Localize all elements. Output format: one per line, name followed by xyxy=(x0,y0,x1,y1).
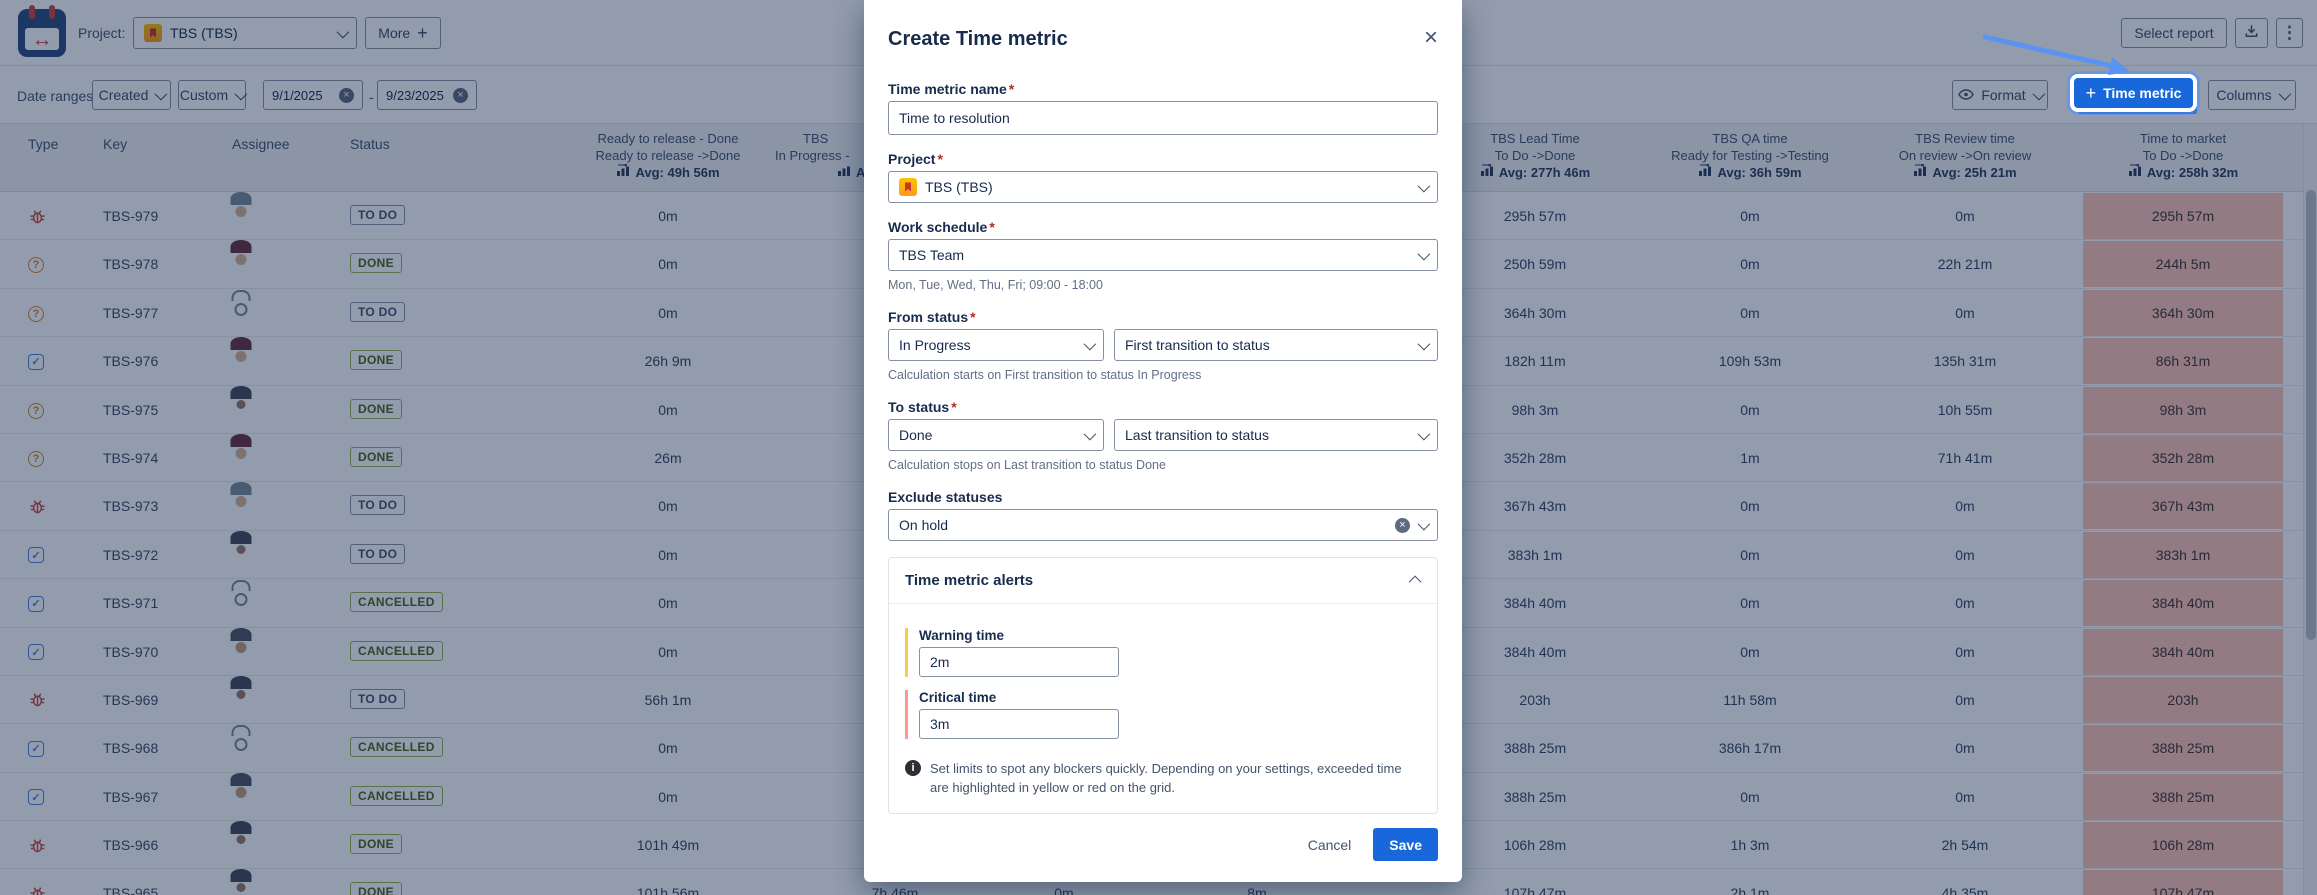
plus-icon: + xyxy=(2086,84,2097,102)
required-marker: * xyxy=(970,309,975,325)
save-button[interactable]: Save xyxy=(1373,828,1438,861)
alerts-info-text: Set limits to spot any blockers quickly.… xyxy=(930,759,1410,797)
to-status-label: To status xyxy=(888,399,949,415)
exclude-statuses-field-group: Exclude statuses On hold × xyxy=(888,489,1438,541)
name-field-group: Time metric name* Time to resolution xyxy=(888,81,1438,135)
work-schedule-helper: Mon, Tue, Wed, Thu, Fri; 09:00 - 18:00 xyxy=(888,278,1438,293)
chevron-down-icon xyxy=(1084,427,1097,440)
alerts-card-header[interactable]: Time metric alerts xyxy=(889,558,1437,604)
from-status-label: From status xyxy=(888,309,968,325)
work-schedule-label: Work schedule xyxy=(888,219,987,235)
chevron-down-icon xyxy=(1418,337,1431,350)
work-schedule-field-group: Work schedule* TBS Team Mon, Tue, Wed, T… xyxy=(888,219,1438,293)
required-marker: * xyxy=(989,219,994,235)
required-marker: * xyxy=(951,399,956,415)
info-icon: i xyxy=(905,760,921,776)
chevron-down-icon xyxy=(1084,337,1097,350)
time-metric-button[interactable]: +Time metric xyxy=(2074,78,2193,108)
critical-time-group: Critical time 3m xyxy=(905,690,1421,739)
project-label: Project xyxy=(888,151,935,167)
chevron-down-icon xyxy=(1418,247,1431,260)
required-marker: * xyxy=(937,151,942,167)
to-status-field-group: To status* Done Last transition to statu… xyxy=(888,399,1438,473)
from-transition-select[interactable]: First transition to status xyxy=(1114,329,1438,361)
to-transition-select[interactable]: Last transition to status xyxy=(1114,419,1438,451)
project-select[interactable]: TBS (TBS) xyxy=(888,171,1438,203)
exclude-statuses-select[interactable]: On hold × xyxy=(888,509,1438,541)
chevron-up-icon xyxy=(1409,576,1422,589)
name-label: Time metric name xyxy=(888,81,1007,97)
exclude-statuses-label: Exclude statuses xyxy=(888,489,1438,505)
required-marker: * xyxy=(1009,81,1014,97)
warning-time-group: Warning time 2m xyxy=(905,628,1421,677)
to-status-select[interactable]: Done xyxy=(888,419,1104,451)
work-schedule-select[interactable]: TBS Team xyxy=(888,239,1438,271)
close-icon[interactable]: × xyxy=(1424,28,1438,48)
warning-time-label: Warning time xyxy=(919,628,1421,643)
critical-time-label: Critical time xyxy=(919,690,1421,705)
to-status-helper: Calculation stops on Last transition to … xyxy=(888,458,1438,473)
modal-title: Create Time metric xyxy=(888,28,1068,51)
chevron-down-icon xyxy=(1418,427,1431,440)
from-status-field-group: From status* In Progress First transitio… xyxy=(888,309,1438,383)
cancel-button[interactable]: Cancel xyxy=(1308,837,1352,853)
create-time-metric-modal: Create Time metric × Time metric name* T… xyxy=(864,0,1462,882)
from-status-select[interactable]: In Progress xyxy=(888,329,1104,361)
warning-time-input[interactable]: 2m xyxy=(919,647,1119,677)
time-metric-spotlight: +Time metric xyxy=(2070,74,2197,112)
project-avatar-icon xyxy=(899,178,917,196)
chevron-down-icon xyxy=(1418,517,1431,530)
critical-time-input[interactable]: 3m xyxy=(919,709,1119,739)
alerts-title: Time metric alerts xyxy=(905,572,1033,589)
alerts-info: i Set limits to spot any blockers quickl… xyxy=(905,759,1421,797)
time-metric-alerts-card: Time metric alerts Warning time 2m Criti… xyxy=(888,557,1438,814)
from-status-helper: Calculation starts on First transition t… xyxy=(888,368,1438,383)
time-metric-name-input[interactable]: Time to resolution xyxy=(888,101,1438,135)
project-field-group: Project* TBS (TBS) xyxy=(888,151,1438,203)
chevron-down-icon xyxy=(1418,179,1431,192)
clear-icon[interactable]: × xyxy=(1395,518,1410,533)
